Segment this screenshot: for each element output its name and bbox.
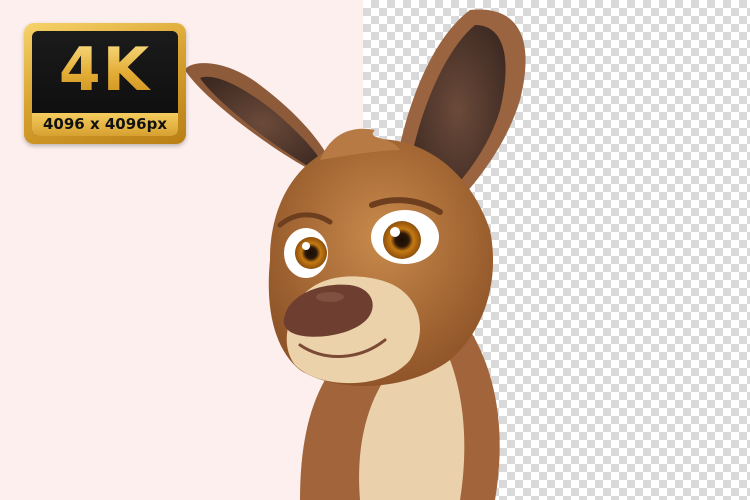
resolution-badge: 4K 4096 x 4096px [24,23,186,144]
left-eye [284,228,328,278]
badge-resolution-text: 4096 x 4096px [32,113,178,136]
left-ear [185,63,335,175]
badge-4k-text: 4K [32,37,178,103]
right-eye [371,210,439,264]
badge-inner-panel: 4K 4096 x 4096px [32,31,178,136]
